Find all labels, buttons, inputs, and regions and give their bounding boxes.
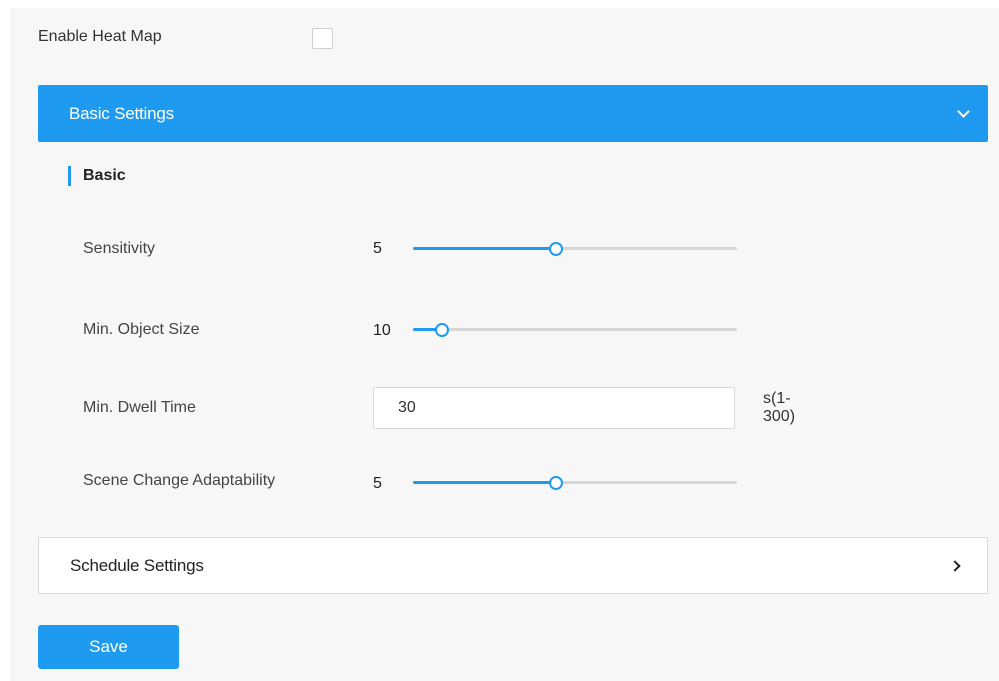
section-accent-bar [68,166,71,186]
heat-map-settings-panel: Enable Heat Map Basic Settings Basic Sen… [10,8,999,681]
scene-change-adaptability-label: Scene Change Adaptability [83,472,276,489]
sensitivity-label: Sensitivity [83,240,156,257]
slider-thumb[interactable] [435,323,450,337]
sensitivity-value: 5 [373,240,382,257]
basic-section-heading: Basic [68,166,126,186]
scene-change-adaptability-slider[interactable] [413,473,737,493]
min-object-size-label: Min. Object Size [83,321,200,338]
schedule-settings-title: Schedule Settings [70,555,204,575]
chevron-down-icon [957,105,970,118]
slider-fill [413,247,556,250]
basic-settings-header[interactable]: Basic Settings [38,85,988,142]
schedule-settings-header[interactable]: Schedule Settings [38,537,988,594]
slider-thumb[interactable] [548,242,563,256]
min-dwell-time-range-hint: s(1-300) [763,390,796,425]
sensitivity-slider[interactable] [413,239,737,259]
min-object-size-slider[interactable] [413,320,737,340]
min-object-size-value: 10 [373,322,391,339]
enable-heat-map-checkbox[interactable] [312,28,333,49]
slider-fill [413,481,556,484]
scene-change-adaptability-value: 5 [373,475,382,492]
chevron-right-icon [949,559,961,572]
min-dwell-time-label: Min. Dwell Time [83,399,196,416]
slider-track [413,328,737,331]
slider-thumb[interactable] [548,476,563,490]
save-button[interactable]: Save [38,625,179,669]
min-dwell-time-input[interactable] [373,387,735,429]
basic-settings-title: Basic Settings [69,103,174,123]
section-title: Basic [83,167,126,184]
enable-heat-map-row: Enable Heat Map [38,25,333,49]
enable-heat-map-label: Enable Heat Map [38,28,162,45]
